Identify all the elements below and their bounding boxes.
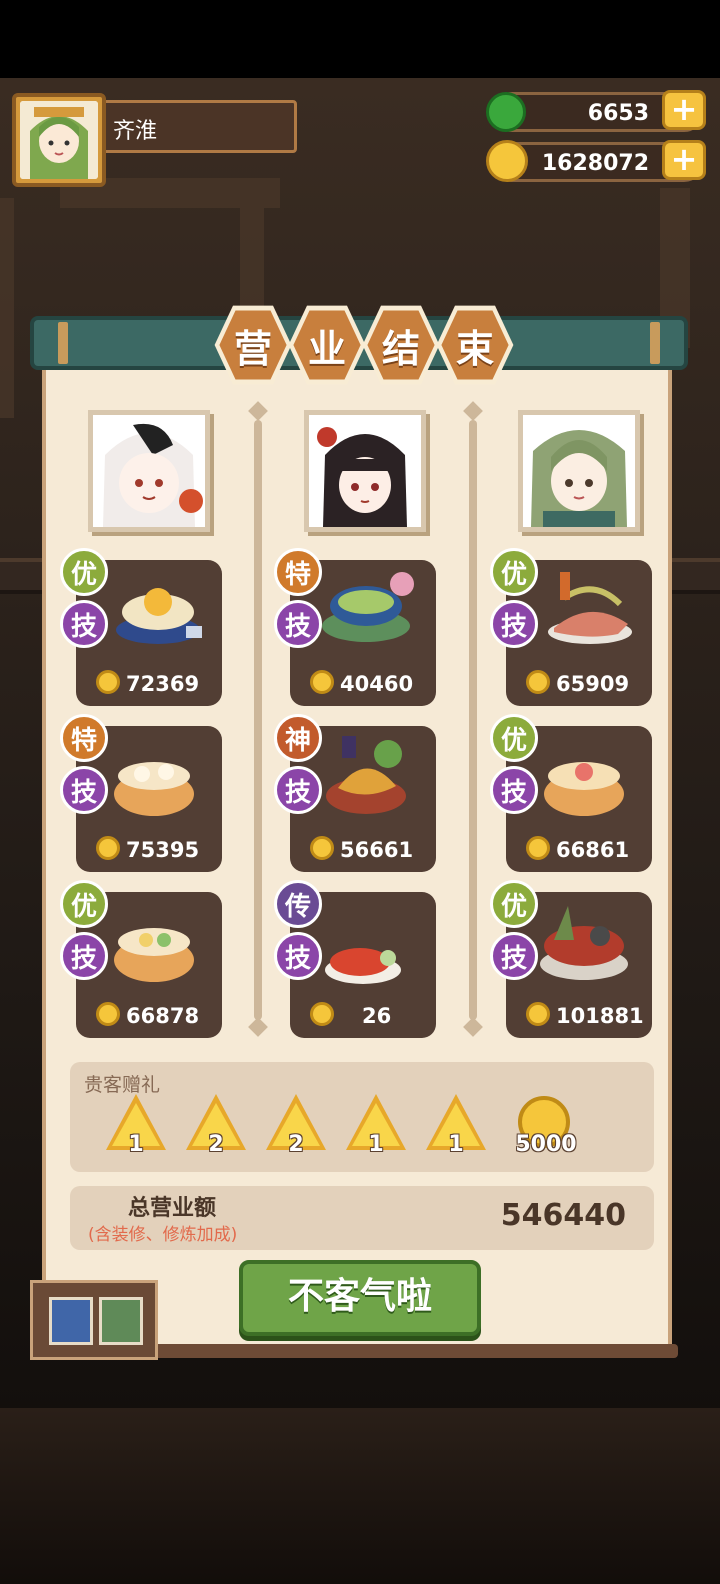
- grade-badge: 传: [274, 880, 322, 928]
- skill-badge: 技: [274, 600, 322, 648]
- skill-badge: 技: [60, 766, 108, 814]
- guest-gifts-section: 贵客赠礼 1 2 2 1 1 5000: [70, 1062, 654, 1172]
- skill-badge: 技: [274, 766, 322, 814]
- gift-count: 1: [368, 1132, 384, 1157]
- dish-earnings: 26: [362, 1004, 392, 1028]
- player-avatar[interactable]: [12, 93, 106, 187]
- stew-pot-dish-icon: [544, 762, 624, 816]
- shortcut-green-icon[interactable]: [99, 1297, 143, 1345]
- grade-badge: 优: [60, 880, 108, 928]
- phoenix-dish-icon: [326, 736, 406, 814]
- flame-token-icon[interactable]: 1: [426, 1094, 486, 1160]
- dish-earnings: 40460: [340, 672, 414, 696]
- coin-icon: [96, 670, 120, 694]
- side-shortcut-panel: [30, 1280, 158, 1360]
- coral-token-icon[interactable]: 1: [106, 1094, 166, 1160]
- coin-icon: [310, 1002, 334, 1026]
- total-revenue-section: 总营业额 (含装修、修炼加成) 546440: [70, 1186, 654, 1250]
- title-char: 结: [362, 305, 440, 385]
- avatar-icon: [20, 101, 98, 179]
- grade-badge: 优: [490, 548, 538, 596]
- green-haired-chef-portrait[interactable]: [518, 410, 640, 532]
- skill-badge: 技: [274, 932, 322, 980]
- background-post: [240, 208, 264, 308]
- coin-icon: [310, 836, 334, 860]
- add-coins-button[interactable]: +: [662, 140, 706, 180]
- grade-badge: 特: [60, 714, 108, 762]
- stew-pot-dish-icon: [114, 762, 194, 816]
- title-char-text: 束: [441, 310, 509, 380]
- title-char-text: 业: [293, 310, 361, 380]
- grade-badge: 优: [490, 880, 538, 928]
- skill-badge: 技: [60, 932, 108, 980]
- shell-token-icon[interactable]: 2: [266, 1094, 326, 1160]
- dish-earnings: 75395: [126, 838, 200, 862]
- rod-cap: [58, 322, 68, 364]
- soup-bowl-dish-icon: [322, 572, 414, 642]
- background-floor: [0, 1408, 720, 1584]
- black-haired-chef-portrait[interactable]: [304, 410, 426, 532]
- gold-coin-icon[interactable]: 5000: [510, 1094, 582, 1160]
- coral-token-icon[interactable]: 2: [186, 1094, 246, 1160]
- title-char-text: 营: [219, 310, 287, 380]
- player-name: 齐淮: [100, 100, 297, 153]
- dish-earnings: 72369: [126, 672, 200, 696]
- stew-pot-dish-icon: [114, 928, 194, 982]
- white-haired-chef-portrait[interactable]: [88, 410, 210, 532]
- gift-count: 1: [128, 1132, 144, 1157]
- title-char: 束: [436, 305, 514, 385]
- grade-badge: 神: [274, 714, 322, 762]
- gift-count: 1: [448, 1132, 464, 1157]
- dish-earnings: 101881: [556, 1004, 644, 1028]
- total-revenue-label: 总营业额: [128, 1196, 217, 1221]
- gold-coin-icon: [486, 140, 528, 182]
- shortcut-blue-icon[interactable]: [49, 1297, 93, 1345]
- grade-badge: 优: [490, 714, 538, 762]
- gift-count: 5000: [515, 1132, 577, 1157]
- gift-count: 2: [288, 1132, 304, 1157]
- dish-earnings: 66878: [126, 1004, 200, 1028]
- skill-badge: 技: [490, 766, 538, 814]
- dish-earnings: 56661: [340, 838, 414, 862]
- add-jade-button[interactable]: +: [662, 90, 706, 130]
- rod-cap: [650, 322, 660, 364]
- coin-icon: [310, 670, 334, 694]
- dish-earnings: 66861: [556, 838, 630, 862]
- flame-token-icon[interactable]: 1: [346, 1094, 406, 1160]
- title-char: 营: [214, 305, 292, 385]
- gifts-title: 贵客赠礼: [84, 1074, 161, 1096]
- dish-earnings: 65909: [556, 672, 630, 696]
- gift-count: 2: [208, 1132, 224, 1157]
- coin-value: 1628072: [541, 151, 649, 176]
- panel-title: 营 业 结 束: [213, 304, 514, 390]
- title-char-text: 结: [367, 310, 435, 380]
- coin-icon: [526, 1002, 550, 1026]
- total-revenue-value: 546440: [500, 1198, 626, 1233]
- coin-icon: [96, 836, 120, 860]
- hotpot-dish-icon: [116, 588, 202, 644]
- coin-icon: [526, 836, 550, 860]
- column-divider: [254, 420, 262, 1020]
- background-post: [0, 198, 14, 418]
- coin-icon: [526, 670, 550, 694]
- grade-badge: 特: [274, 548, 322, 596]
- coin-icon: [96, 1002, 120, 1026]
- jade-value: 6653: [587, 101, 649, 126]
- grade-badge: 优: [60, 548, 108, 596]
- column-divider: [469, 420, 477, 1020]
- tomato-dish-icon: [325, 948, 401, 984]
- skill-badge: 技: [60, 600, 108, 648]
- skill-badge: 技: [490, 932, 538, 980]
- title-char: 业: [288, 305, 366, 385]
- skill-badge: 技: [490, 600, 538, 648]
- seafood-pot-dish-icon: [540, 906, 628, 980]
- confirm-button[interactable]: 不客气啦: [239, 1260, 481, 1336]
- total-revenue-note: (含装修、修炼加成): [88, 1225, 238, 1245]
- fish-dish-icon: [548, 572, 632, 644]
- green-jade-icon: [486, 92, 526, 132]
